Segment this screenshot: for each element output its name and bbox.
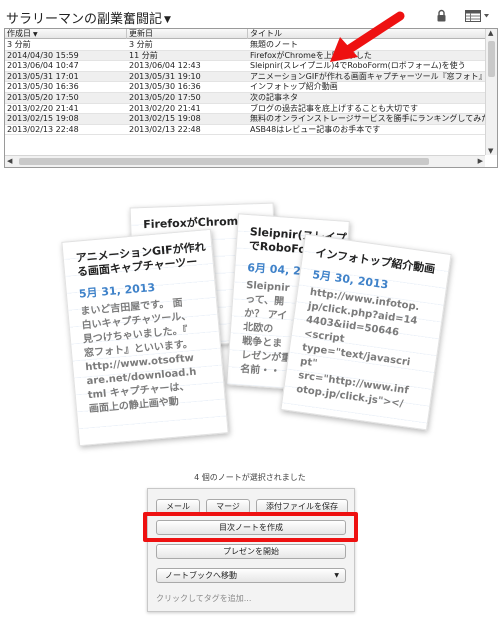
table-row[interactable]: 2014/04/30 15:59 11 分前 FirefoxがChromeを上回りま… [5, 50, 485, 62]
table-row[interactable]: 3 分前 3 分前 無題のノート [5, 40, 485, 51]
create-toc-note-button[interactable]: 目次ノートを作成 [156, 520, 346, 535]
chevron-down-icon: ▼ [164, 15, 171, 25]
move-to-notebook-dropdown[interactable]: ノートブックへ移動 ▼ [156, 568, 346, 583]
lock-icon[interactable] [437, 9, 446, 22]
red-arrow-annotation [330, 11, 405, 62]
start-presentation-button[interactable]: プレゼンを開始 [156, 544, 346, 559]
table-row[interactable]: 2013/05/20 17:50 2013/05/20 17:50 次の記事ネタ [5, 92, 485, 104]
scroll-thumb[interactable] [19, 158, 429, 165]
selection-count-label: 4 個のノートが選択されました [194, 473, 306, 482]
note-card-animation-gif: アニメーションGIFが作れ る画面キャプチャーツー 5月 31, 2013 まい… [61, 228, 229, 447]
table-row[interactable]: 2013/02/15 19:08 2013/02/15 19:08 無料のオンライン… [5, 114, 485, 125]
note-rows: 3 分前 3 分前 無題のノート 2014/04/30 15:59 11 分前 Fire… [5, 40, 485, 136]
note-card-infotop: インフォトップ紹介動画 5月 30, 2013 http://www.infot… [280, 233, 452, 431]
table-row[interactable]: 2013/05/30 16:36 2013/05/30 16:36 インフォトップ紹… [5, 82, 485, 93]
email-button[interactable]: メール [156, 499, 200, 514]
add-tag-field[interactable]: クリックしてタグを追加... [156, 593, 251, 604]
note-card-body: http://www.infotop. jp/click.php?aid=14 … [295, 286, 421, 410]
list-header: 作成日 ▼ 更新日 タイトル [5, 29, 485, 39]
column-header-updated[interactable]: 更新日 [127, 29, 248, 39]
notebook-title-dropdown[interactable]: サラリーマンの副業奮闘記 ▼ [6, 8, 171, 27]
move-to-notebook-label: ノートブックへ移動 [165, 571, 237, 580]
table-row[interactable]: 2013/02/20 21:41 2013/02/20 21:41 ブログの過去記事… [5, 104, 485, 115]
selected-notes-preview: FirefoxがChromeを Sleipnir(スレイプニル)4 でRoboF… [60, 195, 460, 455]
merge-button[interactable]: マージ [206, 499, 250, 514]
horizontal-scrollbar[interactable]: ◀ ▶ [5, 155, 485, 167]
save-attachments-button[interactable]: 添付ファイルを保存 [256, 499, 348, 514]
notebook-header: サラリーマンの副業奮闘記 ▼ [0, 0, 500, 28]
scroll-right-icon[interactable]: ▶ [478, 157, 483, 165]
scroll-down-icon[interactable]: ▼ [488, 147, 493, 155]
scroll-left-icon[interactable]: ◀ [7, 157, 12, 165]
vertical-scrollbar[interactable]: ▲ ▼ [485, 29, 497, 155]
scroll-up-icon[interactable]: ▲ [488, 29, 493, 37]
chevron-down-icon: ▼ [334, 572, 339, 579]
table-row[interactable]: 2013/05/31 17:01 2013/05/31 19:10 アニメーションG… [5, 71, 485, 83]
list-view-icon[interactable] [465, 10, 490, 22]
note-list: 作成日 ▼ 更新日 タイトル 3 分前 3 分前 無題のノート 2014/04/30 … [4, 28, 498, 168]
sort-descending-icon: ▼ [33, 31, 38, 38]
multi-note-actions-panel: メール マージ 添付ファイルを保存 目次ノートを作成 プレゼンを開始 ノートブッ… [147, 488, 355, 612]
note-card-body: まいど吉田屋です。 面 白いキャプチャツール、 見つけちゃいました。『 窓フォト… [80, 297, 197, 416]
notebook-title: サラリーマンの副業奮闘記 [6, 12, 163, 27]
table-row[interactable]: 2013/02/13 22:48 2013/02/13 22:48 ASB48はレビ… [5, 125, 485, 136]
scroll-thumb[interactable] [488, 41, 495, 77]
table-row[interactable]: 2013/06/04 10:47 2013/06/04 12:43 Sleipnir… [5, 61, 485, 72]
column-header-created[interactable]: 作成日 ▼ [5, 29, 127, 39]
